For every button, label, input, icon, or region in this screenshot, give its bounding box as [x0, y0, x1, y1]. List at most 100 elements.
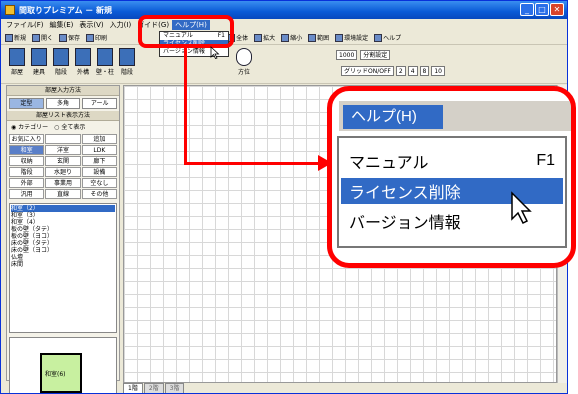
category-wet-area[interactable]: 水廻り	[45, 167, 81, 177]
category-western-room[interactable]: 洋室	[45, 145, 81, 155]
connector-line-vertical	[184, 48, 187, 165]
category-add[interactable]: 追加	[81, 134, 117, 144]
category-blank[interactable]	[45, 134, 81, 144]
cursor-arrow-icon	[511, 191, 532, 225]
tool-stairs[interactable]: 階段	[51, 48, 71, 80]
mode-arc-button[interactable]: アール	[82, 98, 118, 109]
help-icon	[374, 33, 383, 42]
list-item[interactable]: 床間	[11, 261, 115, 268]
grid-10-button[interactable]: 10	[431, 66, 445, 76]
grid-toggle-button[interactable]: グリッドON/OFF	[341, 66, 394, 76]
menu-edit[interactable]: 編集(E)	[47, 20, 77, 30]
radio-category[interactable]: ◉ カテゴリー	[11, 122, 48, 131]
gear-icon	[335, 33, 344, 42]
help-button[interactable]: ヘルプ	[372, 32, 403, 44]
window-controls: _ □ ✕	[520, 3, 564, 16]
zoom-menubar: ヘルプ(H)	[339, 101, 571, 131]
wall-tool-icon	[97, 48, 113, 66]
list-item[interactable]: 和室（3）	[11, 212, 115, 219]
zoom-in-button[interactable]: 拡大	[252, 32, 277, 44]
category-other[interactable]: その他	[81, 189, 117, 199]
zoom-help-menu-label[interactable]: ヘルプ(H)	[343, 105, 443, 129]
radio-show-all[interactable]: ○ 全て表示	[54, 122, 85, 131]
settings-button[interactable]: 環境設定	[333, 32, 370, 44]
new-button[interactable]: 新規	[3, 32, 28, 44]
title-bar: 間取りプレミアム － 新規 _ □ ✕	[1, 1, 567, 19]
grid-2-button[interactable]: 2	[395, 66, 406, 76]
compass-icon	[236, 48, 252, 66]
tool-fittings[interactable]: 建具	[29, 48, 49, 80]
menu-input[interactable]: 入力(I)	[107, 20, 135, 30]
stairs-tool-icon	[53, 48, 69, 66]
category-equipment[interactable]: 設備	[81, 167, 117, 177]
category-entrance[interactable]: 玄関	[45, 156, 81, 166]
category-hallway[interactable]: 廊下	[81, 156, 117, 166]
app-icon	[5, 5, 15, 15]
category-business[interactable]: 事業用	[45, 178, 81, 188]
category-favorites[interactable]: お気に入り	[9, 134, 45, 144]
category-empty[interactable]: 空なし	[81, 178, 117, 188]
room-panel: 部屋入力方法 定型 多角 アール 部屋リスト表示方法 ◉ カテゴリー ○ 全て表…	[6, 85, 120, 393]
tool-room[interactable]: 部屋	[7, 48, 27, 80]
save-button[interactable]: 保存	[57, 32, 82, 44]
minimize-button[interactable]: _	[520, 3, 534, 16]
grid-scale-field[interactable]: 1000	[336, 50, 358, 60]
list-item[interactable]: 板の壁（ヨコ）	[11, 233, 115, 240]
list-item[interactable]: 床の壁（ヨコ）	[11, 247, 115, 254]
stairs2-tool-icon	[119, 48, 135, 66]
standard-toolbar: 新規 開く 保存 印刷 戻る 進む 全体 拡大 縮小 範囲 環境設定 ヘルプ	[1, 31, 567, 45]
list-item[interactable]: 床の壁（タテ）	[11, 240, 115, 247]
tab-floor-3[interactable]: 3階	[164, 383, 185, 393]
menu-bar: ファイル(F) 編集(E) 表示(V) 入力(I) ガイド(G) ヘルプ(H)	[1, 19, 567, 31]
range-button[interactable]: 範囲	[306, 32, 331, 44]
zoom-out-icon	[281, 33, 290, 42]
save-icon	[59, 33, 68, 42]
category-japanese-room[interactable]: 和室	[9, 145, 45, 155]
category-ldk[interactable]: LDK	[81, 145, 117, 155]
list-display-title: 部屋リスト表示方法	[7, 111, 119, 121]
highlight-box	[138, 15, 234, 48]
fittings-tool-icon	[31, 48, 47, 66]
list-item[interactable]: 和室（2）	[11, 205, 115, 212]
list-display-options: ◉ カテゴリー ○ 全て表示	[7, 121, 119, 132]
open-button[interactable]: 開く	[30, 32, 55, 44]
tool-stairs-2[interactable]: 階段	[117, 48, 137, 80]
floor-tabs: 1階 2階 3階	[123, 383, 557, 393]
mode-standard-button[interactable]: 定型	[9, 98, 44, 109]
menu-file[interactable]: ファイル(F)	[3, 20, 47, 30]
category-outside[interactable]: 外部	[9, 178, 45, 188]
category-general[interactable]: 汎用	[9, 189, 45, 199]
print-button[interactable]: 印刷	[84, 32, 109, 44]
exterior-tool-icon	[75, 48, 91, 66]
print-icon	[86, 33, 95, 42]
category-storage[interactable]: 収納	[9, 156, 45, 166]
tool-direction[interactable]: 方位	[234, 48, 254, 80]
tool-wall-pillar[interactable]: 壁・柱	[95, 48, 115, 80]
grid-setting-button[interactable]: 分割設定	[360, 50, 391, 60]
list-item[interactable]: 板の壁（タテ）	[11, 226, 115, 233]
category-straight[interactable]: 直線	[45, 189, 81, 199]
zoom-menu-item-manual[interactable]: マニュアル F1	[341, 148, 563, 174]
list-item[interactable]: 仏壇	[11, 254, 115, 261]
drawing-toolbar: 部屋 建具 階段 外構 壁・柱 階段 方位 1000 分割設定 グリッドON/O…	[1, 46, 567, 84]
mode-polygon-button[interactable]: 多角	[45, 98, 81, 109]
zoom-out-button[interactable]: 縮小	[279, 32, 304, 44]
menu-view[interactable]: 表示(V)	[76, 20, 106, 30]
room-preview: 和室(6)	[9, 337, 117, 393]
tool-exterior[interactable]: 外構	[73, 48, 93, 80]
room-tool-icon	[9, 48, 25, 66]
category-stairs[interactable]: 階段	[9, 167, 45, 177]
close-button[interactable]: ✕	[550, 3, 564, 16]
category-grid: お気に入り 追加 和室 洋室 LDK 収納 玄関 廊下 階段 水廻り 設備 外部…	[7, 132, 119, 201]
new-icon	[5, 33, 13, 42]
tab-floor-1[interactable]: 1階	[123, 383, 143, 393]
input-method-title: 部屋入力方法	[7, 86, 119, 96]
grid-4-button[interactable]: 4	[407, 66, 418, 76]
input-mode-buttons: 定型 多角 アール	[7, 96, 119, 111]
list-item[interactable]: 和室（4）	[11, 219, 115, 226]
tab-floor-2[interactable]: 2階	[143, 383, 164, 393]
room-preview-plan: 和室(6)	[40, 353, 82, 393]
maximize-button[interactable]: □	[535, 3, 549, 16]
room-list: 和室（2） 和室（3） 和室（4） 板の壁（タテ） 板の壁（ヨコ） 床の壁（タテ…	[9, 203, 117, 333]
grid-8-button[interactable]: 8	[419, 66, 430, 76]
